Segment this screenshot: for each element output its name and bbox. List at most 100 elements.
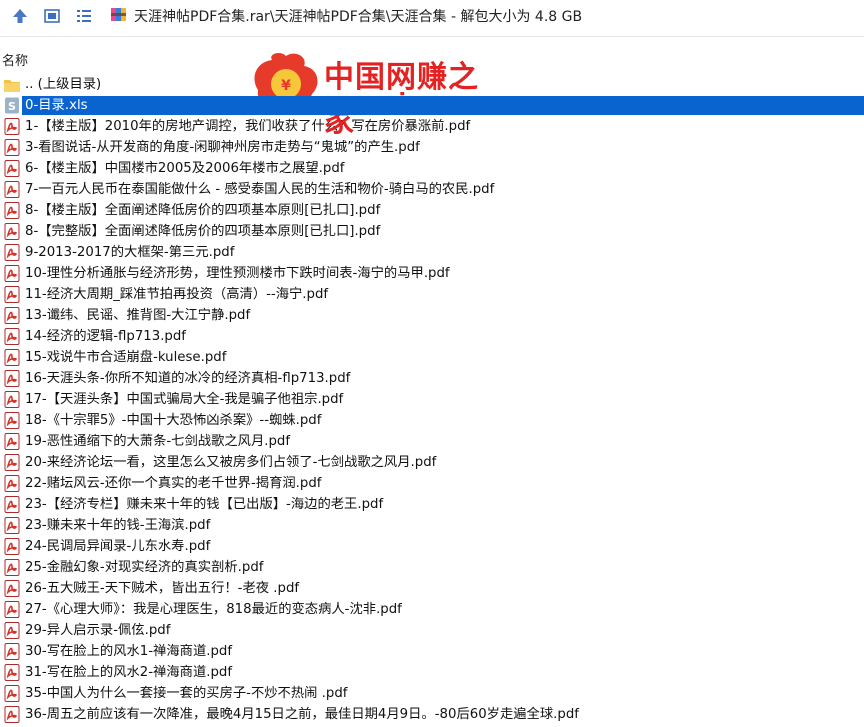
file-row[interactable]: 23-【经济专栏】赚未来十年的钱【已出版】-海边的老王.pdf [0, 494, 864, 515]
file-name: 23-赚未来十年的钱-王海滨.pdf [25, 518, 211, 533]
file-row[interactable]: 8-【楼主版】全面阐述降低房价的四项基本原则[已扎口].pdf [0, 200, 864, 221]
svg-text:S: S [8, 100, 16, 113]
pdf-file-icon [3, 223, 21, 241]
pdf-file-icon [3, 538, 21, 556]
pdf-file-icon [3, 160, 21, 178]
pdf-file-icon [3, 391, 21, 409]
file-name: 30-写在脸上的风水1-禅海商道.pdf [25, 644, 233, 659]
file-row[interactable]: 3-看图说话-从开发商的角度-闲聊神州房市走势与“鬼城”的产生.pdf [0, 137, 864, 158]
pdf-file-icon [3, 202, 21, 220]
file-name: 25-金融幻象-对现实经济的真实剖析.pdf [25, 560, 264, 575]
pdf-file-icon [3, 454, 21, 472]
file-name: 23-【经济专栏】赚未来十年的钱【已出版】-海边的老王.pdf [25, 497, 384, 512]
file-row[interactable]: 19-恶性通缩下的大萧条-七剑战歌之风月.pdf [0, 431, 864, 452]
file-name: 6-【楼主版】中国楼市2005及2006年楼市之展望.pdf [25, 161, 345, 176]
pdf-file-icon [3, 580, 21, 598]
file-row[interactable]: 25-金融幻象-对现实经济的真实剖析.pdf [0, 557, 864, 578]
pdf-file-icon [3, 244, 21, 262]
file-row[interactable]: 8-【完整版】全面阐述降低房价的四项基本原则[已扎口].pdf [0, 221, 864, 242]
file-name: 17-【天涯头条】中国式骗局大全-我是骗子他祖宗.pdf [25, 392, 344, 407]
pdf-file-icon [3, 181, 21, 199]
file-row[interactable]: 24-民调局异闻录-儿东水寿.pdf [0, 536, 864, 557]
pdf-file-icon [3, 433, 21, 451]
pdf-file-icon [3, 601, 21, 619]
file-name: 1-【楼主版】2010年的房地产调控，我们收获了什么？写在房价暴涨前.pdf [25, 119, 471, 134]
pdf-file-icon [3, 139, 21, 157]
file-name: 13-谶纬、民谣、推背图-大江宁静.pdf [25, 308, 251, 323]
pdf-file-icon [3, 307, 21, 325]
file-row[interactable]: 29-异人启示录-佩伭.pdf [0, 620, 864, 641]
file-name: 8-【完整版】全面阐述降低房价的四项基本原则[已扎口].pdf [25, 224, 381, 239]
file-row[interactable]: 35-中国人为什么一套接一套的买房子-不炒不热闹 .pdf [0, 683, 864, 704]
archive-icon [110, 5, 128, 27]
file-row[interactable]: 20-来经济论坛一看，这里怎么又被房多们占领了-七剑战歌之风月.pdf [0, 452, 864, 473]
file-name: 10-理性分析通胀与经济形势，理性预测楼市下跌时间表-海宁的马甲.pdf [25, 266, 450, 281]
file-row[interactable]: 36-周五之前应该有一次降准，最晚4月15日之前，最佳日期4月9日。-80后60… [0, 704, 864, 725]
file-name: 26-五大贼王-天下贼术，皆出五行！-老夜 .pdf [25, 581, 300, 596]
pdf-file-icon [3, 118, 21, 136]
file-row[interactable]: 30-写在脸上的风水1-禅海商道.pdf [0, 641, 864, 662]
column-header-name[interactable]: 名称 [2, 50, 28, 69]
file-row[interactable]: 16-天涯头条-你所不知道的冰冷的经济真相-flp713.pdf [0, 368, 864, 389]
file-name: 0-目录.xls [23, 96, 90, 115]
pdf-file-icon [3, 265, 21, 283]
file-row[interactable]: 11-经济大周期_踩准节拍再投资（高清）--海宁.pdf [0, 284, 864, 305]
file-row[interactable]: 26-五大贼王-天下贼术，皆出五行！-老夜 .pdf [0, 578, 864, 599]
file-name: 14-经济的逻辑-flp713.pdf [25, 329, 186, 344]
file-name: 18-《十宗罪5》-中国十大恐怖凶杀案》--蜘蛛.pdf [25, 413, 322, 428]
file-row[interactable]: 6-【楼主版】中国楼市2005及2006年楼市之展望.pdf [0, 158, 864, 179]
file-name: 20-来经济论坛一看，这里怎么又被房多们占领了-七剑战歌之风月.pdf [25, 455, 437, 470]
pdf-file-icon [3, 286, 21, 304]
toolbar-divider [0, 36, 864, 37]
pdf-file-icon [3, 685, 21, 703]
archive-path-bar[interactable]: 天涯神帖PDF合集.rar\天涯神帖PDF合集\天涯合集 - 解包大小为 4.8… [110, 4, 582, 28]
file-row[interactable]: 23-赚未来十年的钱-王海滨.pdf [0, 515, 864, 536]
file-row[interactable]: 17-【天涯头条】中国式骗局大全-我是骗子他祖宗.pdf [0, 389, 864, 410]
spreadsheet-file-icon: S [3, 97, 21, 115]
pdf-file-icon [3, 517, 21, 535]
parent-directory-row[interactable]: .. (上级目录) [0, 74, 864, 95]
file-name: 36-周五之前应该有一次降准，最晚4月15日之前，最佳日期4月9日。-80后60… [25, 707, 579, 722]
pdf-file-icon [3, 559, 21, 577]
pdf-file-icon [3, 622, 21, 640]
file-name: 11-经济大周期_踩准节拍再投资（高清）--海宁.pdf [25, 287, 329, 302]
file-name: 7-一百元人民币在泰国能做什么 - 感受泰国人民的生活和物价-骑白马的农民.pd… [25, 182, 495, 197]
file-row[interactable]: 1-【楼主版】2010年的房地产调控，我们收获了什么？写在房价暴涨前.pdf [0, 116, 864, 137]
pdf-file-icon [3, 664, 21, 682]
file-row[interactable]: 22-赌坛风云-还你一个真实的老千世界-揭育润.pdf [0, 473, 864, 494]
folder-icon [3, 76, 21, 94]
file-name: 27-《心理大师》：我是心理医生，818最近的变态病人-沈非.pdf [25, 602, 402, 617]
file-name: 9-2013-2017的大框架-第三元.pdf [25, 245, 235, 260]
file-row[interactable]: 15-戏说牛市合适崩盘-kulese.pdf [0, 347, 864, 368]
up-arrow-icon[interactable] [8, 4, 32, 28]
file-row[interactable]: 7-一百元人民币在泰国能做什么 - 感受泰国人民的生活和物价-骑白马的农民.pd… [0, 179, 864, 200]
file-name: 24-民调局异闻录-儿东水寿.pdf [25, 539, 211, 554]
file-name: 29-异人启示录-佩伭.pdf [25, 623, 171, 638]
file-name: 16-天涯头条-你所不知道的冰冷的经济真相-flp713.pdf [25, 371, 351, 386]
pdf-file-icon [3, 328, 21, 346]
view-thumbnail-icon[interactable] [40, 4, 64, 28]
file-name: 15-戏说牛市合适崩盘-kulese.pdf [25, 350, 227, 365]
pdf-file-icon [3, 475, 21, 493]
file-row[interactable]: 13-谶纬、民谣、推背图-大江宁静.pdf [0, 305, 864, 326]
file-row[interactable]: 9-2013-2017的大框架-第三元.pdf [0, 242, 864, 263]
file-name: 19-恶性通缩下的大萧条-七剑战歌之风月.pdf [25, 434, 291, 449]
file-name: .. (上级目录) [25, 77, 102, 92]
pdf-file-icon [3, 412, 21, 430]
pdf-file-icon [3, 370, 21, 388]
file-row[interactable]: 31-写在脸上的风水2-禅海商道.pdf [0, 662, 864, 683]
archive-path-text: 天涯神帖PDF合集.rar\天涯神帖PDF合集\天涯合集 - 解包大小为 4.8… [134, 9, 583, 25]
file-name: 35-中国人为什么一套接一套的买房子-不炒不热闹 .pdf [25, 686, 348, 701]
view-list-icon[interactable] [72, 4, 96, 28]
pdf-file-icon [3, 496, 21, 514]
file-row[interactable]: 14-经济的逻辑-flp713.pdf [0, 326, 864, 347]
file-row[interactable]: 27-《心理大师》：我是心理医生，818最近的变态病人-沈非.pdf [0, 599, 864, 620]
file-name: 31-写在脸上的风水2-禅海商道.pdf [25, 665, 233, 680]
selection-highlight [22, 96, 864, 115]
toolbar: 天涯神帖PDF合集.rar\天涯神帖PDF合集\天涯合集 - 解包大小为 4.8… [0, 0, 864, 32]
file-row[interactable]: 18-《十宗罪5》-中国十大恐怖凶杀案》--蜘蛛.pdf [0, 410, 864, 431]
file-name: 3-看图说话-从开发商的角度-闲聊神州房市走势与“鬼城”的产生.pdf [25, 140, 420, 155]
file-row[interactable]: S 0-目录.xls [0, 95, 864, 116]
pdf-file-icon [3, 706, 21, 724]
file-row[interactable]: 10-理性分析通胀与经济形势，理性预测楼市下跌时间表-海宁的马甲.pdf [0, 263, 864, 284]
